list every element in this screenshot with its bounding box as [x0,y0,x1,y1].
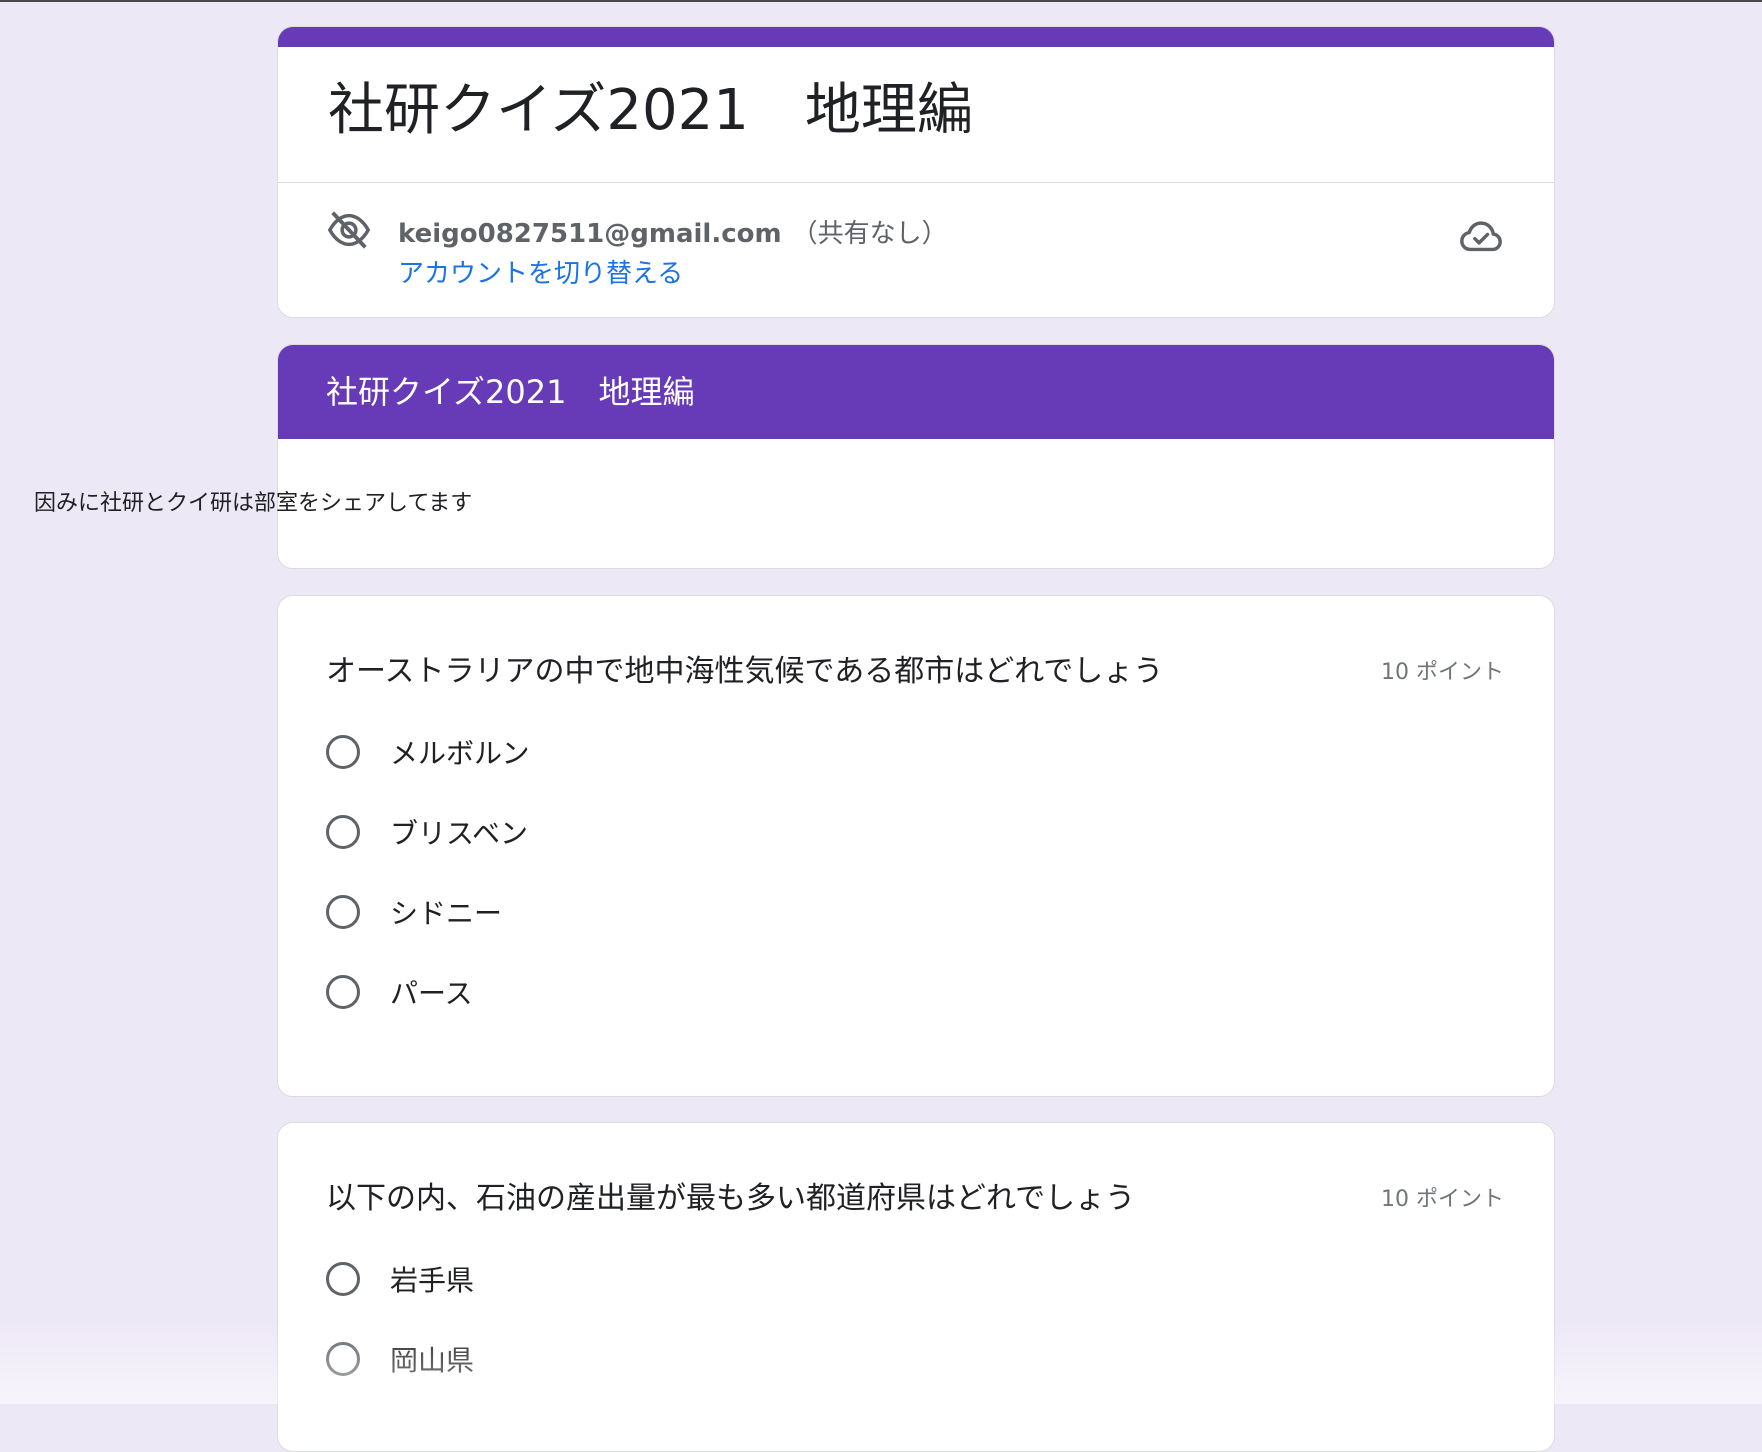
question-points: 10 ポイント [1381,660,1504,685]
form-title: 社研クイズ2021 地理編 [328,78,973,143]
share-status: （共有なし） [791,219,948,249]
question-title: 以下の内、石油の産出量が最も多い都道府県はどれでしょう [326,1181,1136,1216]
option-label: パース [390,977,473,1010]
option-label: ブリスベン [390,817,529,850]
option-label: シドニー [390,897,503,930]
option-label: 岩手県 [390,1264,475,1297]
question-card: 以下の内、石油の産出量が最も多い都道府県はどれでしょう 10 ポイント 岩手県 … [277,1122,1555,1452]
window-top-border [0,0,1762,2]
question-points: 10 ポイント [1381,1187,1504,1212]
radio-option[interactable]: 岡山県 [326,1337,474,1381]
radio-button[interactable] [326,815,360,849]
radio-option[interactable]: ブリスベン [326,810,528,854]
radio-option[interactable]: 岩手県 [326,1257,474,1301]
radio-option[interactable]: メルボルン [326,730,529,774]
account-info: keigo0827511@gmail.com （共有なし） [398,213,948,250]
section-title: 社研クイズ2021 地理編 [278,345,1554,439]
question-card: オーストラリアの中で地中海性気候である都市はどれでしょう 10 ポイント メルボ… [277,595,1555,1097]
switch-account-link[interactable]: アカウントを切り替える [398,253,683,290]
section-description: 因みに社研とクイ研は部室をシェアしてます [34,491,473,516]
option-label: 岡山県 [390,1344,475,1377]
radio-button[interactable] [326,895,360,929]
radio-button[interactable] [326,1262,360,1296]
radio-option[interactable]: シドニー [326,890,502,934]
question-title: オーストラリアの中で地中海性気候である都市はどれでしょう [326,654,1164,689]
radio-button[interactable] [326,735,360,769]
accent-bar [278,27,1554,47]
section-card: 社研クイズ2021 地理編 [277,344,1555,569]
radio-option[interactable]: パース [326,970,473,1014]
radio-button[interactable] [326,1342,360,1376]
option-label: メルボルン [390,737,530,770]
eye-off-icon [327,211,371,249]
account-email: keigo0827511@gmail.com [398,219,782,249]
form-title-card: 社研クイズ2021 地理編 keigo0827511@gmail.com （共有な… [277,26,1555,318]
radio-button[interactable] [326,975,360,1009]
cloud-done-icon [1460,221,1502,252]
divider [278,182,1554,183]
